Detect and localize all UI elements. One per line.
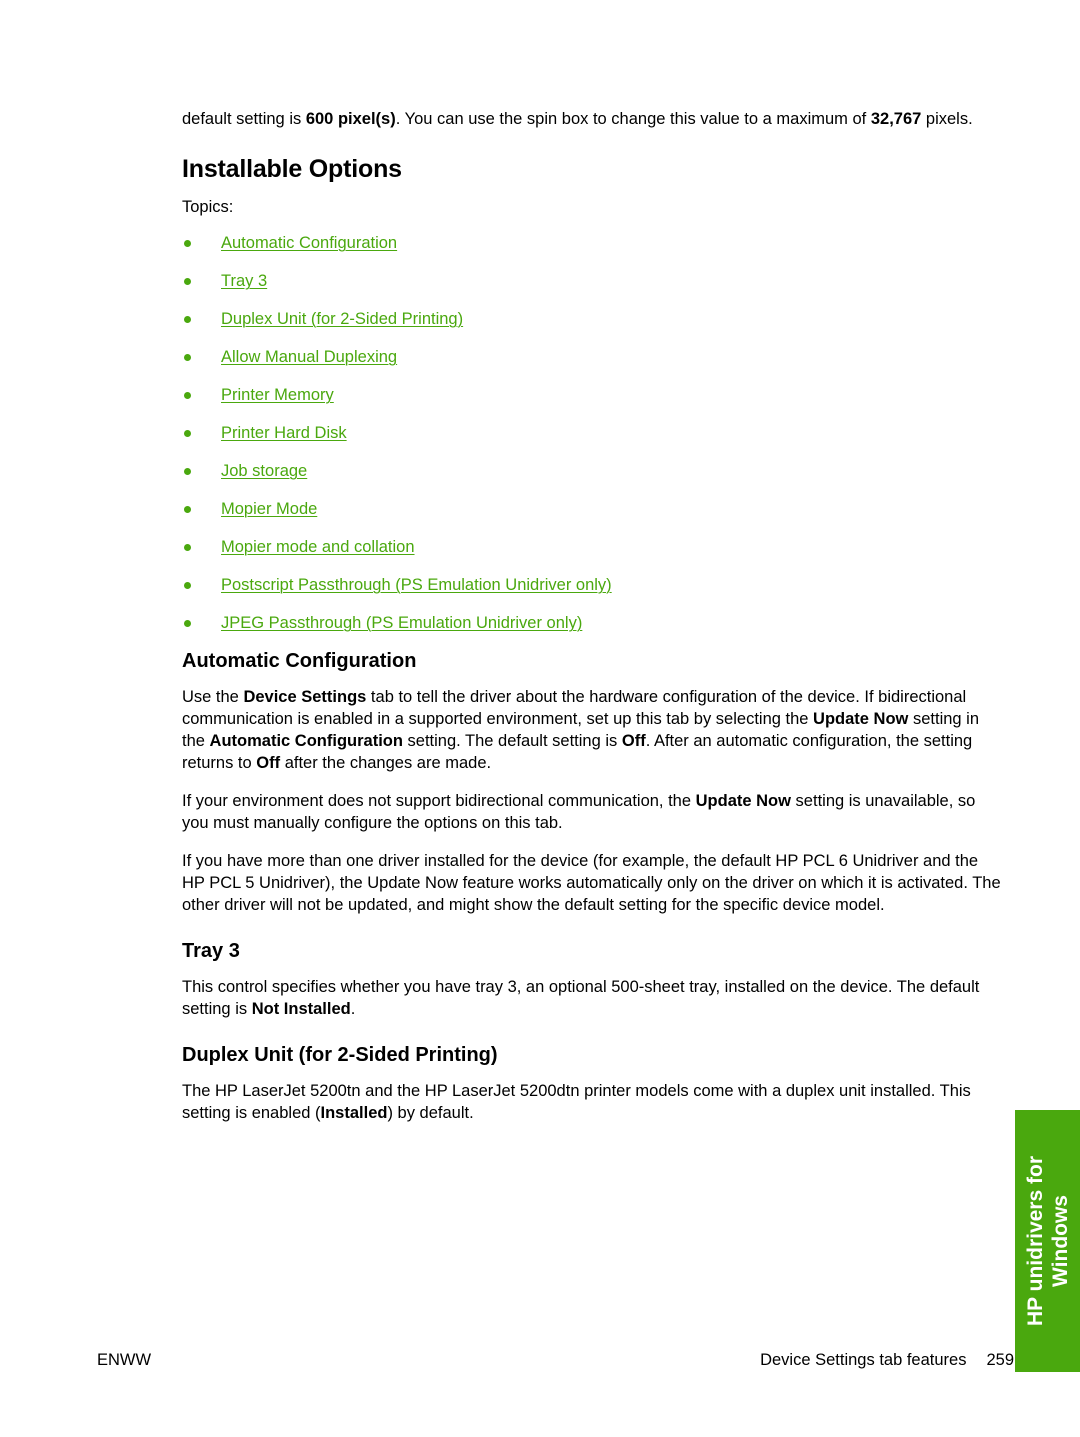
list-item: Printer Memory <box>182 384 1002 422</box>
text: pixels. <box>921 110 973 128</box>
bullet-icon <box>184 582 191 589</box>
chapter-tab-line-2: Windows <box>1048 1195 1072 1287</box>
list-item: JPEG Passthrough (PS Emulation Unidriver… <box>182 612 1002 650</box>
chapter-tab-label: HP unidrivers for Windows <box>1023 1156 1073 1326</box>
auto-config-paragraph-2: If your environment does not support bid… <box>182 790 1002 834</box>
list-item: Automatic Configuration <box>182 232 1002 270</box>
footer-right: Device Settings tab features 259 <box>760 1351 1014 1370</box>
bullet-icon <box>184 506 191 513</box>
topic-link-postscript-passthrough[interactable]: Postscript Passthrough (PS Emulation Uni… <box>221 574 612 596</box>
list-item: Job storage <box>182 460 1002 498</box>
footer-left-label: ENWW <box>97 1351 152 1369</box>
bullet-icon <box>184 316 191 323</box>
bold-text: Installed <box>320 1104 388 1122</box>
bullet-icon <box>184 278 191 285</box>
topic-link-mopier-mode-collation[interactable]: Mopier mode and collation <box>221 536 415 558</box>
page-number: 259 <box>986 1351 1014 1369</box>
bold-text: 32,767 <box>870 110 922 128</box>
page-content: default setting is 600 pixel(s). You can… <box>182 108 1002 1124</box>
chapter-tab-line-1: HP unidrivers for <box>1023 1156 1047 1326</box>
text: . You can use the spin box to change thi… <box>395 110 871 128</box>
bullet-icon <box>184 240 191 247</box>
text: Use the <box>182 688 244 706</box>
bullet-icon <box>184 430 191 437</box>
list-item: Mopier mode and collation <box>182 536 1002 574</box>
list-item: Tray 3 <box>182 270 1002 308</box>
section-title: Installable Options <box>182 155 402 183</box>
auto-config-paragraph-3: If you have more than one driver install… <box>182 852 1001 914</box>
topic-link-automatic-configuration[interactable]: Automatic Configuration <box>221 232 397 254</box>
bullet-icon <box>184 468 191 475</box>
topic-link-printer-hard-disk[interactable]: Printer Hard Disk <box>221 422 347 444</box>
heading-tray-3: Tray 3 <box>182 940 240 962</box>
topics-list: Automatic Configuration Tray 3 Duplex Un… <box>182 232 1002 650</box>
footer-section-title: Device Settings tab features <box>760 1351 967 1369</box>
text: ) by default. <box>387 1104 474 1122</box>
duplex-paragraph: The HP LaserJet 5200tn and the HP LaserJ… <box>182 1080 1002 1124</box>
topic-link-mopier-mode[interactable]: Mopier Mode <box>221 498 317 520</box>
text: The HP LaserJet 5200tn and the HP LaserJ… <box>182 1082 971 1122</box>
bold-text: Off <box>621 732 646 750</box>
bold-text: Automatic Configuration <box>209 732 403 750</box>
heading-duplex-unit: Duplex Unit (for 2-Sided Printing) <box>182 1044 498 1066</box>
topic-link-jpeg-passthrough[interactable]: JPEG Passthrough (PS Emulation Unidriver… <box>221 612 582 634</box>
bullet-icon <box>184 392 191 399</box>
heading-automatic-configuration: Automatic Configuration <box>182 650 417 672</box>
text: . <box>350 1000 356 1018</box>
bold-text: Update Now <box>813 710 909 728</box>
topic-link-printer-memory[interactable]: Printer Memory <box>221 384 334 406</box>
bold-text: Off <box>256 754 281 772</box>
bullet-icon <box>184 620 191 627</box>
list-item: Allow Manual Duplexing <box>182 346 1002 384</box>
topic-link-tray-3[interactable]: Tray 3 <box>221 270 267 292</box>
topic-link-job-storage[interactable]: Job storage <box>221 460 307 482</box>
topic-link-duplex-unit[interactable]: Duplex Unit (for 2-Sided Printing) <box>221 308 463 330</box>
auto-config-paragraph-1: Use the Device Settings tab to tell the … <box>182 686 1002 774</box>
bold-text: Update Now <box>695 792 791 810</box>
bold-text: Not Installed <box>251 1000 351 1018</box>
text: default setting is <box>182 110 306 128</box>
list-item: Printer Hard Disk <box>182 422 1002 460</box>
list-item: Duplex Unit (for 2-Sided Printing) <box>182 308 1002 346</box>
bold-text: Device Settings <box>243 688 367 706</box>
text: If your environment does not support bid… <box>182 792 696 810</box>
tray3-paragraph: This control specifies whether you have … <box>182 976 1002 1020</box>
bullet-icon <box>184 354 191 361</box>
list-item: Postscript Passthrough (PS Emulation Uni… <box>182 574 1002 612</box>
chapter-side-tab: HP unidrivers for Windows <box>1015 1110 1080 1372</box>
bold-text: 600 pixel(s) <box>305 110 396 128</box>
list-item: Mopier Mode <box>182 498 1002 536</box>
intro-paragraph: default setting is 600 pixel(s). You can… <box>182 108 1002 130</box>
text: setting. The default setting is <box>402 732 622 750</box>
topics-label: Topics: <box>182 198 234 216</box>
bullet-icon <box>184 544 191 551</box>
topic-link-allow-manual-duplexing[interactable]: Allow Manual Duplexing <box>221 346 397 368</box>
text: after the changes are made. <box>280 754 492 772</box>
